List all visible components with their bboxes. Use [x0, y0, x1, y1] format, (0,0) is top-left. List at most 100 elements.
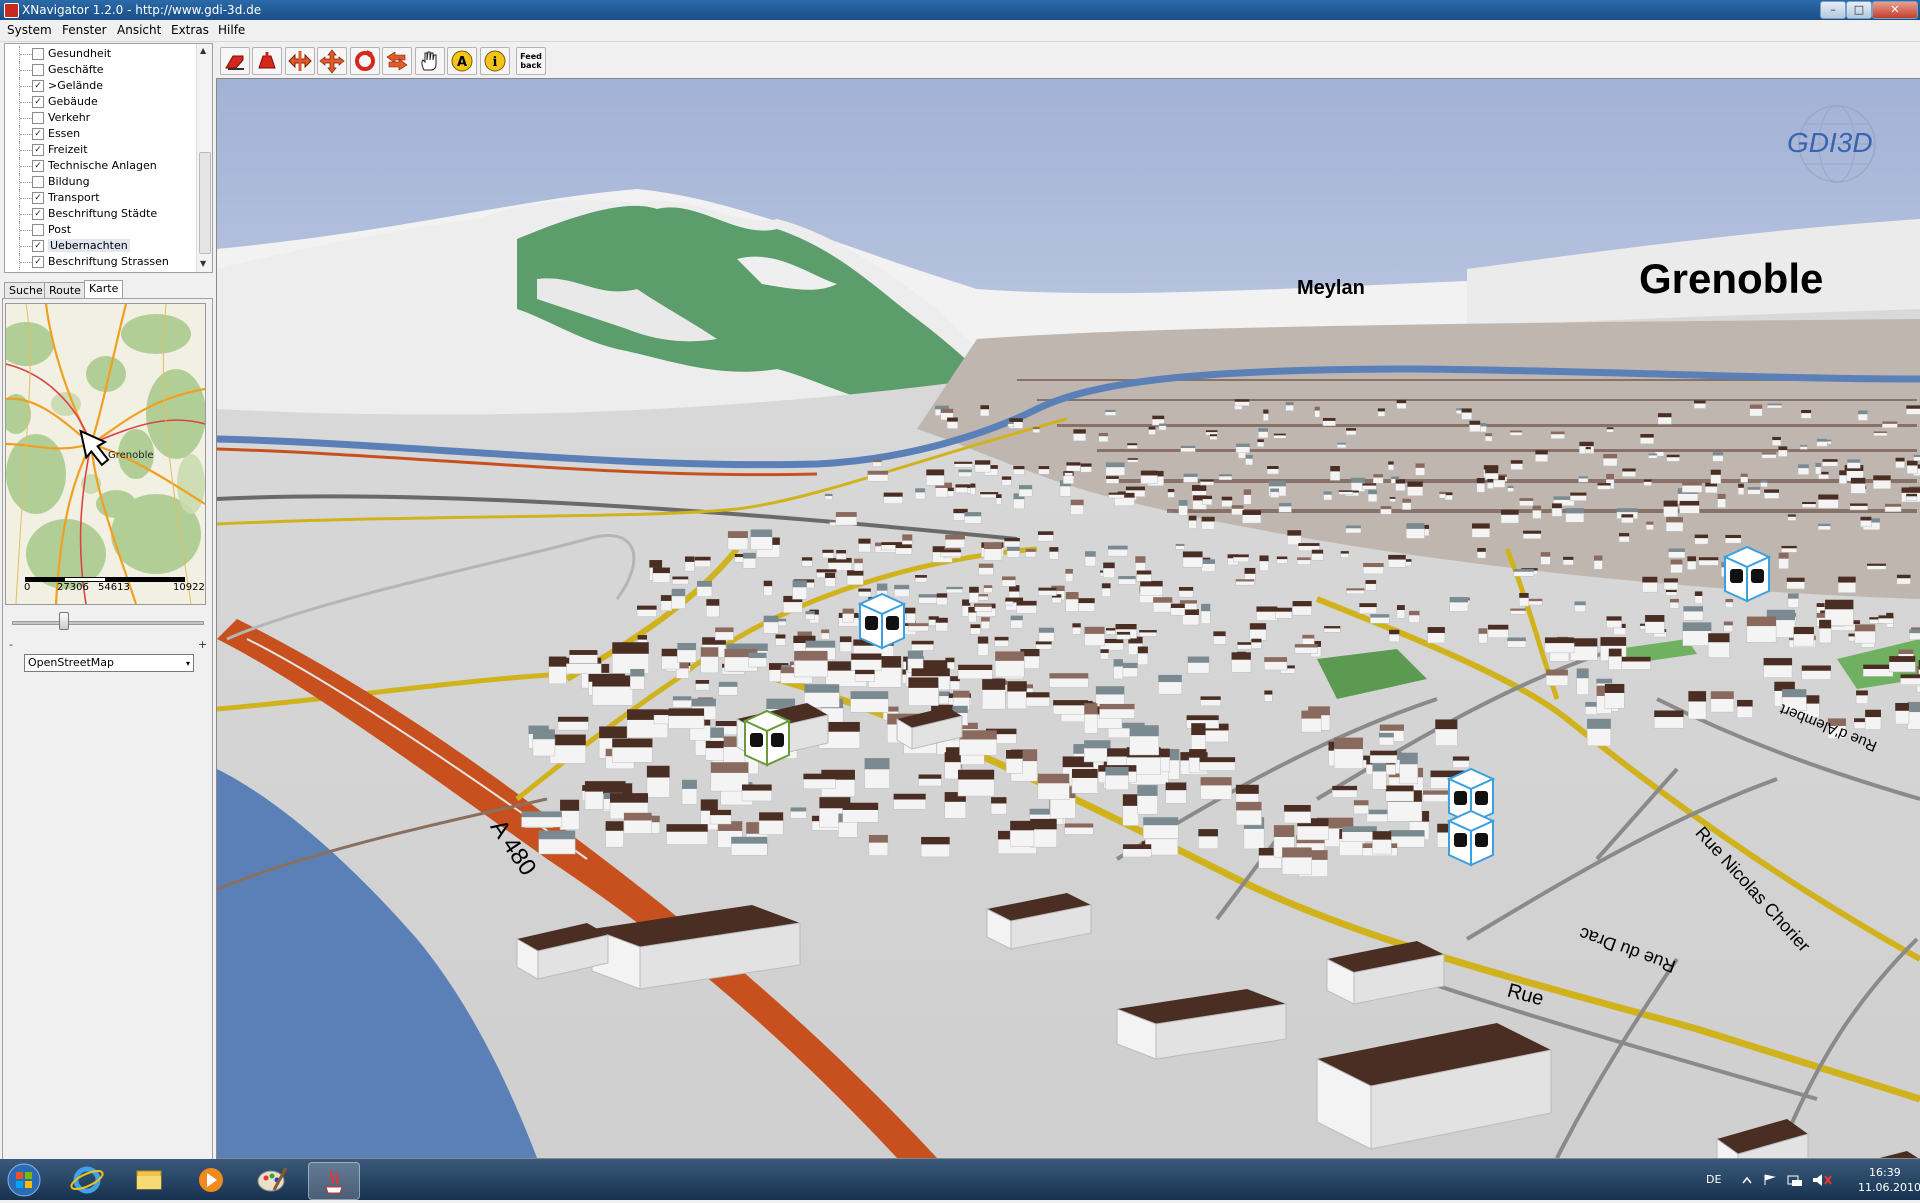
menu-hilfe[interactable]: Hilfe — [218, 23, 245, 37]
taskbar-ie[interactable] — [62, 1162, 112, 1198]
layer-checkbox[interactable]: ✓ — [32, 208, 44, 220]
system-tray: DE 16:39 11.06.2010 — [1680, 1159, 1920, 1200]
window-titlebar: XNavigator 1.2.0 - http://www.gdi-3d.de … — [0, 0, 1920, 20]
tray-time[interactable]: 16:39 — [1869, 1166, 1901, 1179]
city-label-meylan: Meylan — [1297, 277, 1365, 299]
tray-icons[interactable] — [1740, 1173, 1850, 1187]
chevron-down-icon: ▾ — [185, 659, 190, 668]
media-player-icon — [199, 1168, 223, 1192]
layer-checkbox[interactable]: ✓ — [32, 160, 44, 172]
layer-item[interactable]: ✓ Beschriftung Strassen — [5, 254, 195, 270]
taskbar-paint[interactable] — [246, 1162, 296, 1198]
scrollbar-thumb[interactable] — [199, 152, 211, 254]
layer-label: Post — [48, 223, 72, 236]
layer-label: Gesundheit — [48, 47, 112, 60]
layer-checkbox[interactable] — [32, 48, 44, 60]
layer-tree-scrollbar[interactable]: ▲ ▼ — [196, 44, 212, 272]
move-button[interactable] — [317, 47, 347, 75]
layer-item[interactable]: ✓ Technische Anlagen — [5, 158, 195, 174]
zoom-slider-track[interactable] — [12, 621, 204, 625]
tab-karte[interactable]: Karte — [84, 280, 124, 299]
layer-checkbox[interactable]: ✓ — [32, 240, 44, 252]
annotation-button[interactable]: A — [447, 47, 477, 75]
undo-icon — [386, 51, 408, 71]
menu-bar: System Fenster Ansicht Extras Hilfe — [0, 20, 1920, 42]
minimap-city-label: Grenoble — [108, 450, 154, 461]
layer-checkbox[interactable] — [32, 112, 44, 124]
close-button[interactable]: ✕ — [1872, 1, 1918, 19]
layer-item[interactable]: Geschäfte — [5, 62, 195, 78]
gdi3d-logo-text: GDI3D — [1787, 127, 1873, 158]
layer-item[interactable]: ✓ Essen — [5, 126, 195, 142]
poi-marker-icon — [857, 592, 907, 650]
layer-checkbox[interactable]: ✓ — [32, 96, 44, 108]
scale-label-0: 0 — [24, 582, 31, 593]
taskbar-java-app[interactable] — [308, 1162, 360, 1200]
layer-checkbox[interactable]: ✓ — [32, 256, 44, 268]
layer-item[interactable]: ✓ Transport — [5, 190, 195, 206]
layer-item[interactable]: Gesundheit — [5, 46, 195, 62]
tree-branch — [20, 70, 32, 71]
layer-item[interactable]: Verkehr — [5, 110, 195, 126]
folder-icon — [136, 1170, 162, 1190]
layer-tree: Gesundheit Geschäfte ✓ >Gelände ✓ Gebäude Verk… — [4, 43, 213, 273]
maximize-button[interactable]: □ — [1846, 1, 1872, 19]
hand-button[interactable] — [415, 47, 445, 75]
layer-item[interactable]: ✓ >Gelände — [5, 78, 195, 94]
taskbar-media-player[interactable] — [186, 1162, 236, 1198]
layer-checkbox[interactable] — [32, 224, 44, 236]
layer-checkbox[interactable] — [32, 176, 44, 188]
start-button[interactable] — [2, 1162, 46, 1198]
layer-item[interactable]: ✓ Gebäude — [5, 94, 195, 110]
layer-checkbox[interactable]: ✓ — [32, 80, 44, 92]
menu-fenster[interactable]: Fenster — [62, 23, 107, 37]
rotate-button[interactable] — [350, 47, 380, 75]
layer-checkbox[interactable]: ✓ — [32, 192, 44, 204]
3d-view[interactable]: GDI3D Meylan Grenoble A 480 Rue du Drac … — [216, 78, 1920, 1159]
feedback-button[interactable]: Feed back — [516, 47, 546, 75]
scroll-down-icon[interactable]: ▼ — [200, 259, 206, 268]
pan-button[interactable] — [285, 47, 315, 75]
back-view-button[interactable] — [252, 47, 282, 75]
overview-map[interactable]: Grenoble — [5, 303, 206, 605]
layer-item[interactable]: Post — [5, 222, 195, 238]
layer-item[interactable]: ✓ Beschriftung Städte — [5, 206, 195, 222]
zoom-slider-thumb[interactable] — [59, 612, 69, 630]
layer-checkbox[interactable]: ✓ — [32, 144, 44, 156]
tree-branch — [20, 262, 32, 263]
menu-system[interactable]: System — [7, 23, 52, 37]
layer-item[interactable]: ✓ Freizeit — [5, 142, 195, 158]
scale-label-3: 10922 — [173, 582, 205, 593]
language-indicator[interactable]: DE — [1706, 1173, 1721, 1186]
poi-marker-icon — [742, 709, 792, 767]
tree-branch — [20, 214, 32, 215]
rotate-icon — [355, 50, 375, 71]
map-source-value: OpenStreetMap — [28, 656, 115, 669]
undo-button[interactable] — [382, 47, 412, 75]
map-source-select[interactable]: OpenStreetMap ▾ — [24, 654, 194, 672]
layer-checkbox[interactable]: ✓ — [32, 128, 44, 140]
layer-label: >Gelände — [48, 79, 104, 92]
home-view-button[interactable] — [220, 47, 250, 75]
menu-extras[interactable]: Extras — [171, 23, 209, 37]
tree-branch — [20, 230, 32, 231]
layer-item[interactable]: Bildung — [5, 174, 195, 190]
tray-date[interactable]: 11.06.2010 — [1858, 1181, 1920, 1194]
tab-route[interactable]: Route — [44, 282, 86, 299]
layer-item[interactable]: ✓ Uebernachten — [5, 238, 195, 254]
tree-branch — [20, 198, 32, 199]
window-title: XNavigator 1.2.0 - http://www.gdi-3d.de — [22, 3, 262, 17]
layer-label: Verkehr — [48, 111, 91, 124]
taskbar-explorer[interactable] — [124, 1162, 174, 1198]
layer-label: Geschäfte — [48, 63, 104, 76]
layer-checkbox[interactable] — [32, 64, 44, 76]
tree-branch — [20, 166, 32, 167]
java-icon — [325, 1170, 343, 1194]
minimize-button[interactable]: – — [1820, 1, 1846, 19]
layer-label: Transport — [48, 191, 100, 204]
svg-text:A: A — [457, 55, 467, 70]
info-button[interactable]: i — [480, 47, 510, 75]
tab-suche[interactable]: Suche — [4, 282, 48, 299]
scroll-up-icon[interactable]: ▲ — [200, 46, 206, 55]
menu-ansicht[interactable]: Ansicht — [117, 23, 161, 37]
